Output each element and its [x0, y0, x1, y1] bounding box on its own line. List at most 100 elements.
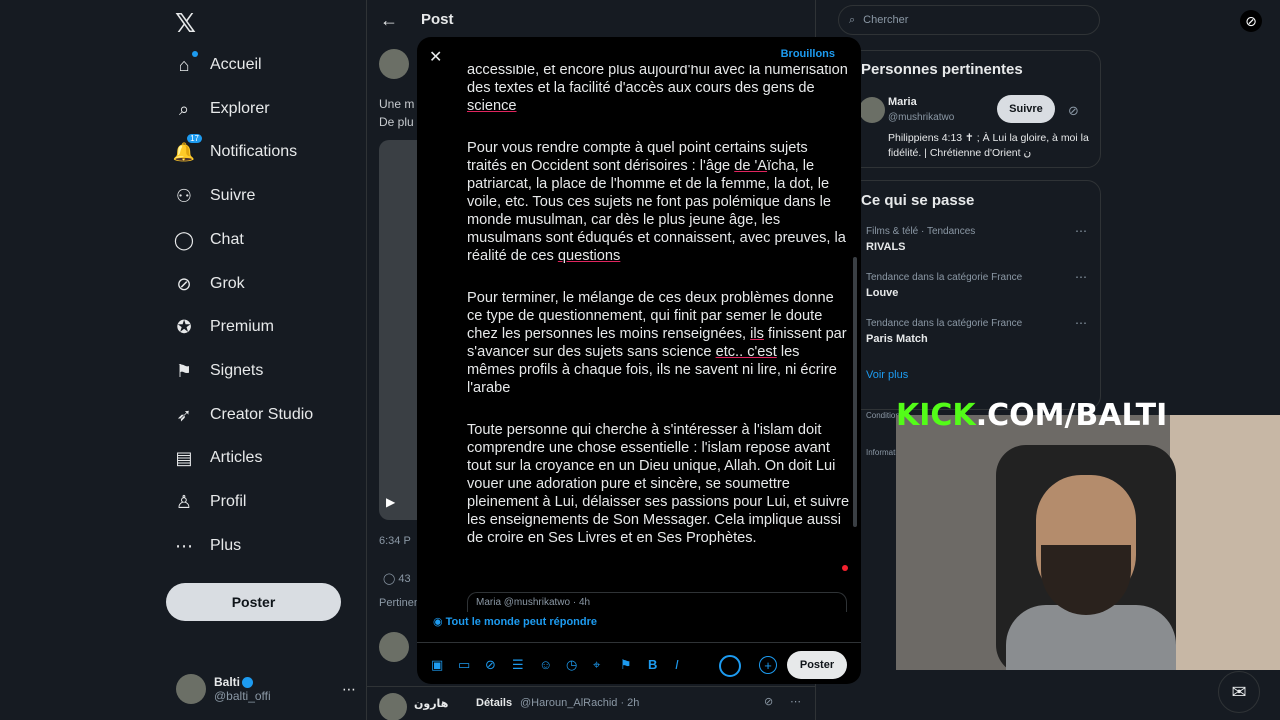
poll-icon[interactable]: ☰	[512, 657, 524, 673]
schedule-icon[interactable]: ◷	[566, 657, 577, 673]
grok-icon[interactable]: ⊘	[485, 657, 496, 673]
editor-paragraph: Toute personne qui cherche à s'intéresse…	[467, 422, 850, 546]
messages-button[interactable]: ✉	[1218, 671, 1260, 713]
sort-label[interactable]: Pertinen	[379, 597, 420, 609]
post-author-avatar[interactable]	[379, 49, 409, 79]
card-title: Personnes pertinentes	[861, 61, 1023, 78]
location-icon[interactable]: ⌖	[593, 657, 600, 673]
unread-dot	[192, 51, 198, 57]
rocket-icon: ➶	[176, 404, 192, 425]
sidebar-item-label: Accueil	[210, 56, 262, 73]
account-switcher[interactable]: Balti @balti_offi ⋯	[176, 669, 356, 709]
profile-icon: ♙	[175, 491, 193, 512]
add-post-icon[interactable]: +	[759, 656, 777, 674]
search-icon: ⌕	[178, 98, 190, 119]
editor-paragraph: accessible, et encore plus aujourd'hui a…	[467, 65, 848, 114]
emoji-icon[interactable]: ☺	[539, 657, 552, 672]
reply-avatar[interactable]	[379, 632, 409, 662]
quoted-post[interactable]: Maria @mushrikatwo · 4h	[467, 592, 847, 612]
reply-setting-label: Tout le monde peut répondre	[445, 616, 598, 628]
post-editor[interactable]: accessible, et encore plus aujourd'hui a…	[467, 65, 851, 595]
article-icon: ▤	[175, 447, 193, 468]
block-icon[interactable]: ⊘	[1068, 103, 1079, 119]
sidebar-item-label: Profil	[210, 493, 247, 510]
trend-name[interactable]: RIVALS	[866, 241, 906, 253]
sidebar-item-label: Chat	[210, 231, 244, 248]
bold-icon[interactable]: B	[648, 657, 657, 672]
sidebar-item-grok[interactable]: ⊘ Grok	[172, 266, 244, 302]
more-icon[interactable]: ⋯	[342, 681, 356, 698]
post-text-line-2: De plu	[379, 115, 414, 129]
post-text-line-1: Une m	[379, 97, 415, 111]
back-arrow-icon[interactable]: ←	[380, 10, 398, 31]
block-icon[interactable]: ⊘	[764, 695, 773, 708]
drafts-button[interactable]: Brouillons	[781, 48, 835, 60]
editor-paragraph: Pour vous rendre compte à quel point cer…	[467, 140, 846, 264]
search-input[interactable]: ⌕ Chercher	[838, 5, 1100, 35]
trend-meta: Tendance dans la catégorie France	[866, 318, 1023, 329]
reply-setting-button[interactable]: ◉ Tout le monde peut répondre	[433, 615, 597, 628]
sidebar-item-label: Articles	[210, 449, 263, 466]
reply-row: هارون Détails @Haroun_AlRachid · 2h ⊘ ⋯	[366, 686, 816, 720]
channel-url: .COM/BALTI	[975, 398, 1168, 433]
italic-icon[interactable]: I	[675, 657, 679, 672]
compose-toolbar: ▣ ▭ ⊘ ☰ ☺ ◷ ⌖ ⚑ B I + Poster	[417, 642, 861, 684]
notification-count-badge: 17	[187, 134, 202, 143]
reply-author-name: هارون	[414, 698, 449, 710]
webcam-overlay	[896, 415, 1280, 670]
verified-icon	[242, 677, 254, 689]
post-button[interactable]: Poster	[166, 583, 341, 621]
sidebar-item-plus[interactable]: ⋯ Plus	[172, 528, 241, 564]
premium-icon: ✪	[176, 316, 192, 337]
close-icon[interactable]: ✕	[429, 47, 442, 67]
flag-icon[interactable]: ⚑	[620, 657, 632, 673]
more-icon: ⋯	[175, 535, 193, 556]
bookmark-icon: ⚑	[175, 360, 193, 381]
add-user-icon: ⚇	[175, 185, 193, 206]
sidebar-item-signets[interactable]: ⚑ Signets	[172, 353, 263, 389]
scrollbar[interactable]	[853, 257, 857, 527]
sidebar-item-label: Explorer	[210, 100, 270, 117]
sidebar-item-label: Creator Studio	[210, 406, 314, 423]
reply-count[interactable]: ◯ 43	[383, 572, 411, 585]
sidebar-item-label: Signets	[210, 362, 264, 379]
sidebar-item-explorer[interactable]: ⌕ Explorer	[172, 91, 270, 127]
trend-name[interactable]: Louve	[866, 287, 898, 299]
person-name[interactable]: Maria	[888, 96, 917, 108]
relevant-people-card: Personnes pertinentes Maria @mushrikatwo…	[848, 50, 1101, 168]
home-icon: ⌂	[172, 51, 198, 77]
sidebar-item-label: Plus	[210, 537, 242, 554]
more-icon[interactable]: ⋯	[1075, 270, 1087, 284]
block-icon[interactable]: ⊘	[1240, 10, 1262, 32]
sidebar-item-creator-studio[interactable]: ➶ Creator Studio	[172, 397, 313, 433]
person-handle: @mushrikatwo	[888, 112, 955, 123]
x-logo-icon[interactable]: 𝕏	[175, 8, 199, 38]
sidebar-item-suivre[interactable]: ⚇ Suivre	[172, 178, 255, 214]
follow-button[interactable]: Suivre	[997, 95, 1055, 123]
error-indicator	[842, 565, 848, 571]
avatar	[176, 674, 206, 704]
sidebar-item-premium[interactable]: ✪ Premium	[172, 309, 274, 345]
show-more-link[interactable]: Voir plus	[866, 369, 908, 381]
sidebar-item-profil[interactable]: ♙ Profil	[172, 484, 247, 520]
sidebar-item-notifications[interactable]: 🔔 17 Notifications	[172, 134, 297, 170]
sidebar-item-chat[interactable]: ◯ Chat	[172, 222, 244, 258]
play-icon[interactable]: ▶	[386, 495, 395, 509]
more-icon[interactable]: ⋯	[1075, 316, 1087, 330]
bell-icon: 🔔 17	[172, 134, 202, 164]
gif-icon[interactable]: ▭	[458, 657, 470, 673]
sidebar-item-accueil[interactable]: ⌂ Accueil	[172, 47, 262, 83]
sidebar-item-articles[interactable]: ▤ Articles	[172, 440, 262, 476]
reply-author-avatar[interactable]	[379, 693, 407, 720]
post-video[interactable]	[379, 140, 419, 520]
submit-post-button[interactable]: Poster	[787, 651, 847, 679]
sidebar-item-label: Premium	[210, 318, 275, 335]
search-placeholder: Chercher	[863, 14, 909, 26]
person-avatar[interactable]	[859, 97, 885, 123]
image-icon[interactable]: ▣	[431, 657, 443, 673]
sidebar-item-label: Suivre	[210, 187, 256, 204]
reply-details: Détails	[476, 697, 513, 709]
more-icon[interactable]: ⋯	[790, 695, 801, 708]
trend-name[interactable]: Paris Match	[866, 333, 928, 345]
more-icon[interactable]: ⋯	[1075, 224, 1087, 238]
